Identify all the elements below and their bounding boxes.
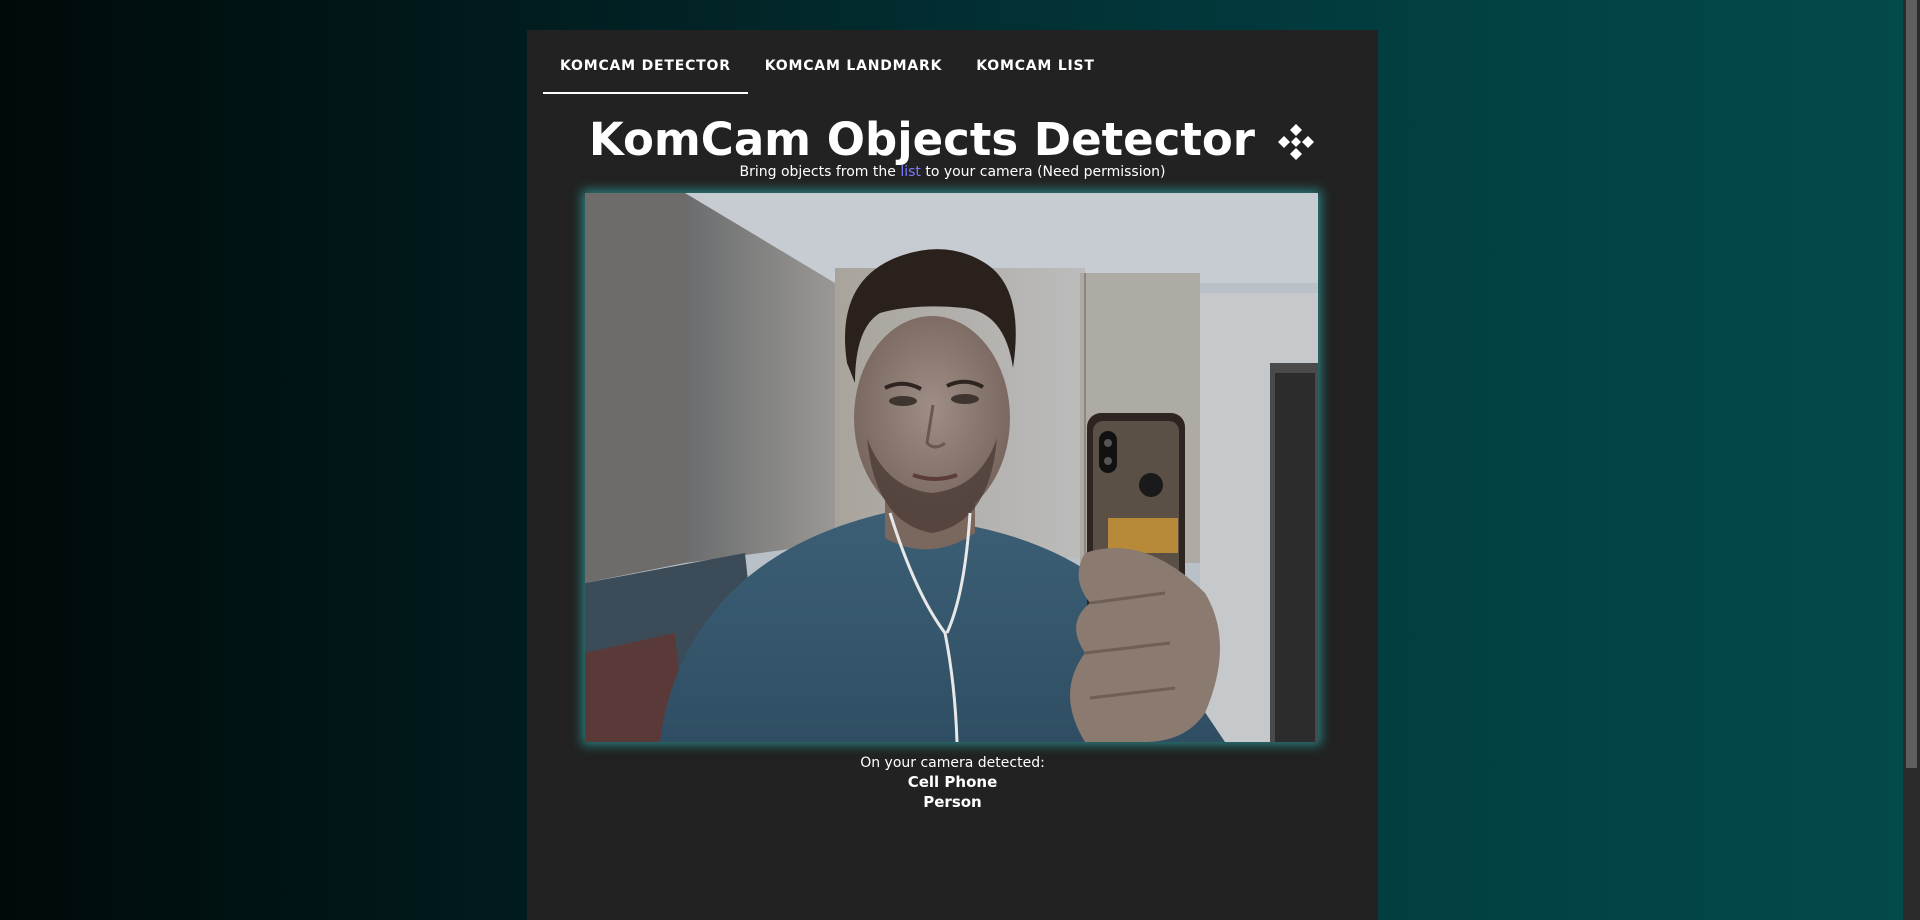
- detection-label: On your camera detected:: [860, 755, 1045, 771]
- subtitle: Bring objects from the list to your came…: [527, 164, 1378, 180]
- detected-object: Cell Phone: [907, 773, 998, 791]
- subtitle-text-after: to your camera (Need permission): [920, 164, 1166, 180]
- detected-object: Person: [923, 793, 982, 811]
- camera-feed-image: [585, 193, 1318, 742]
- page-title: KomCam Objects Detector: [588, 113, 1255, 166]
- tab-komcam-list[interactable]: KOMCAM LIST: [959, 50, 1112, 94]
- main-panel: KOMCAM DETECTOR KOMCAM LANDMARK KOMCAM L…: [527, 30, 1378, 920]
- title-row: KomCam Objects Detector: [527, 110, 1378, 170]
- page-scrollbar[interactable]: [1903, 0, 1920, 920]
- tab-komcam-detector[interactable]: KOMCAM DETECTOR: [543, 50, 748, 94]
- tab-bar: KOMCAM DETECTOR KOMCAM LANDMARK KOMCAM L…: [543, 50, 1112, 94]
- subtitle-text-before: Bring objects from the: [739, 164, 901, 180]
- komcam-diamond-logo-icon: [1278, 124, 1315, 160]
- camera-feed: [585, 193, 1318, 742]
- tab-komcam-landmark[interactable]: KOMCAM LANDMARK: [748, 50, 959, 94]
- scrollbar-thumb[interactable]: [1906, 0, 1917, 768]
- list-link[interactable]: list: [900, 164, 921, 180]
- detection-results: On your camera detected: Cell Phone Pers…: [527, 754, 1378, 812]
